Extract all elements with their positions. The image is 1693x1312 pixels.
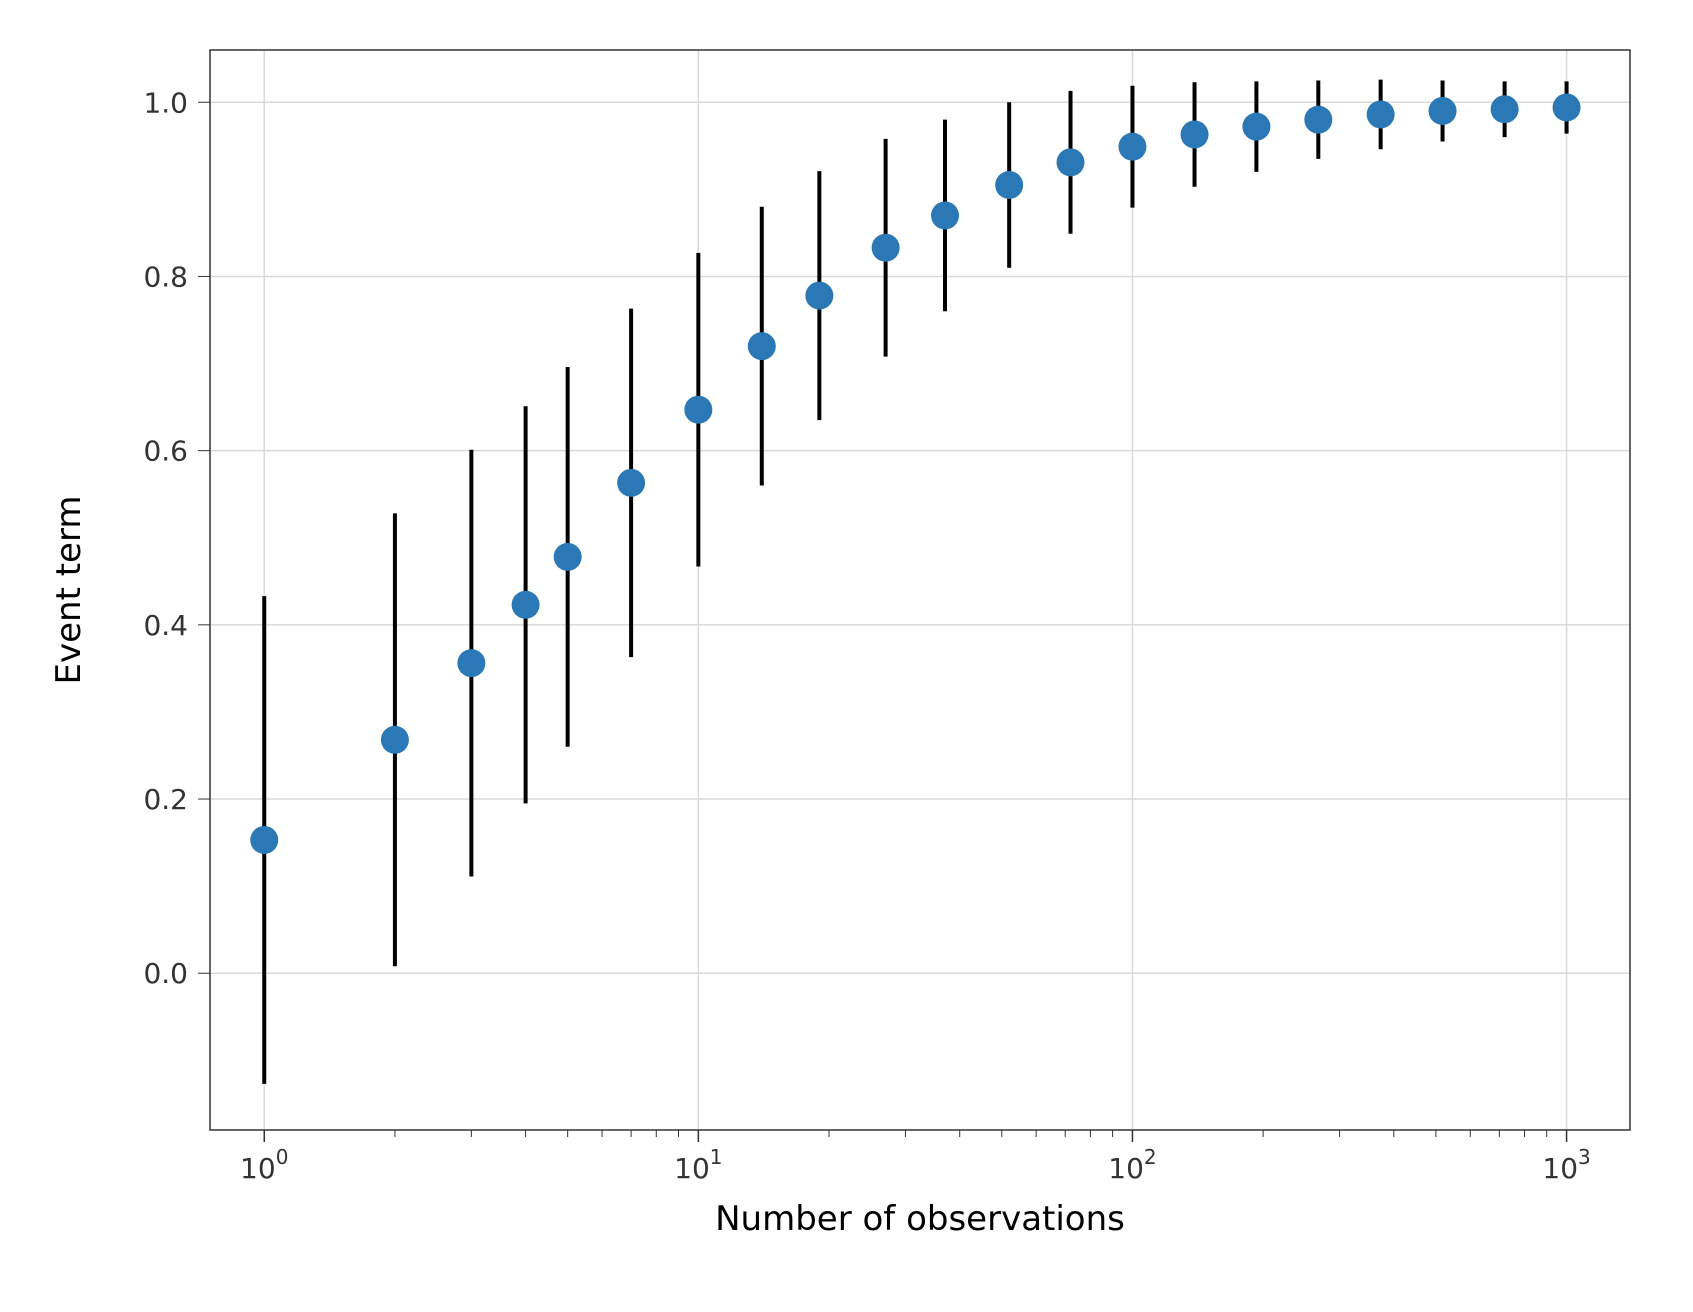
data-point [684,396,712,424]
x-axis-label: Number of observations [715,1199,1125,1239]
data-point [1242,113,1270,141]
y-tick-label: 0.8 [143,260,188,293]
data-point [512,591,540,619]
data-point [748,332,776,360]
data-points [250,93,1580,853]
data-point [381,726,409,754]
data-point [617,469,645,497]
y-tick-label: 0.0 [143,957,188,990]
y-tick-label: 0.6 [143,435,188,468]
data-point [872,234,900,262]
data-point [554,543,582,571]
data-point [805,282,833,310]
y-axis-label: Event term [49,496,89,685]
x-tick-label: 100 [240,1145,288,1185]
data-point [1181,120,1209,148]
grid [210,50,1630,1130]
x-tick-label: 103 [1542,1145,1590,1185]
y-tick-label: 0.4 [143,609,188,642]
data-point [1491,95,1519,123]
x-tick-label: 101 [674,1145,722,1185]
data-point [931,201,959,229]
x-tick-label: 102 [1108,1145,1156,1185]
data-point [250,826,278,854]
y-axis: 0.0 0.2 0.4 0.6 0.8 1.0 [143,86,210,990]
x-axis: 100 101 102 103 [240,1130,1591,1185]
data-point [1057,148,1085,176]
y-tick-label: 1.0 [143,86,188,119]
data-point [1429,97,1457,125]
data-point [457,649,485,677]
data-point [995,171,1023,199]
event-term-chart: 0.0 0.2 0.4 0.6 0.8 1.0 100 101 102 103 Number o… [0,0,1693,1312]
data-point [1118,133,1146,161]
error-bars [264,80,1566,1084]
data-point [1304,106,1332,134]
plot-frame [210,50,1630,1130]
data-point [1367,100,1395,128]
y-tick-label: 0.2 [143,783,188,816]
data-point [1553,93,1581,121]
